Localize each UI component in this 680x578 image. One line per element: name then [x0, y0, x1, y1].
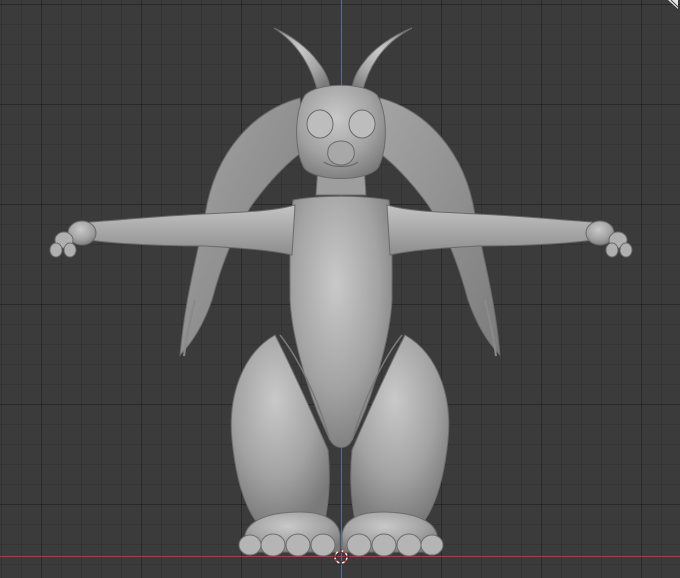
3d-cursor-icon[interactable]	[333, 549, 349, 565]
3d-viewport[interactable]	[0, 0, 680, 578]
snout	[327, 140, 355, 166]
left-arm	[87, 204, 296, 256]
right-eye	[348, 109, 376, 139]
left-eye	[306, 109, 334, 139]
right-foot	[341, 511, 444, 557]
area-split-corner-icon[interactable]	[662, 0, 678, 10]
right-hand	[585, 220, 633, 258]
right-arm	[386, 204, 595, 256]
sculpt-model[interactable]	[0, 0, 680, 578]
right-horn	[351, 27, 413, 93]
left-hand	[49, 220, 97, 258]
left-horn	[273, 27, 331, 93]
